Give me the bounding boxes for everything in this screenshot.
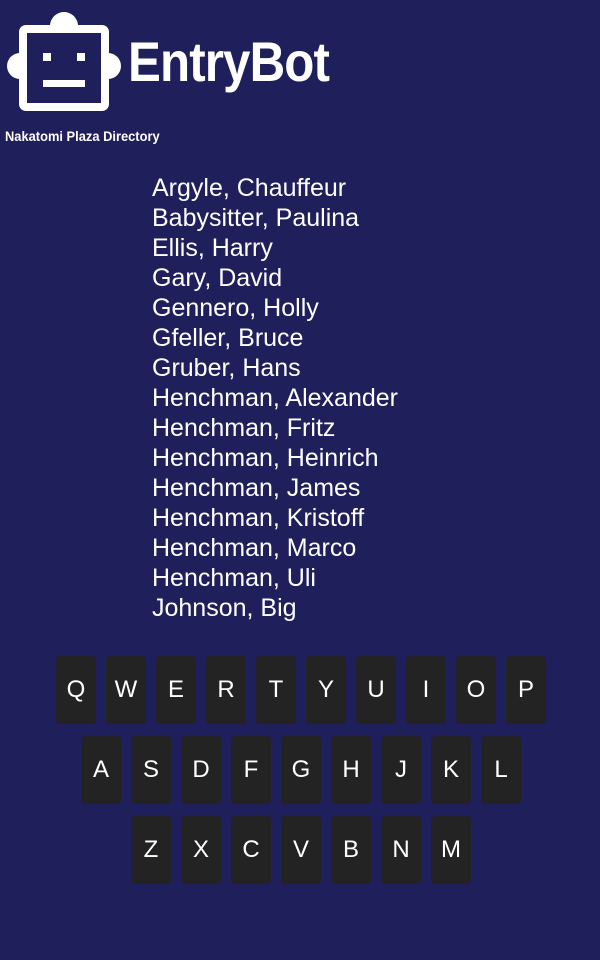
directory-entry[interactable]: Gary, David bbox=[152, 263, 572, 293]
key-i[interactable]: I bbox=[406, 656, 446, 724]
directory-entry[interactable]: Henchman, James bbox=[152, 473, 572, 503]
key-t[interactable]: T bbox=[256, 656, 296, 724]
key-p[interactable]: P bbox=[506, 656, 546, 724]
directory-entry[interactable]: Henchman, Kristoff bbox=[152, 503, 572, 533]
app-title: EntryBot bbox=[128, 30, 330, 93]
key-g[interactable]: G bbox=[281, 736, 321, 804]
directory-entry[interactable]: Henchman, Heinrich bbox=[152, 443, 572, 473]
directory-list: Argyle, Chauffeur Babysitter, Paulina Elli… bbox=[152, 173, 572, 623]
key-m[interactable]: M bbox=[431, 816, 471, 884]
key-j[interactable]: J bbox=[381, 736, 421, 804]
directory-entry[interactable]: Gennero, Holly bbox=[152, 293, 572, 323]
key-z[interactable]: Z bbox=[131, 816, 171, 884]
directory-entry[interactable]: Ellis, Harry bbox=[152, 233, 572, 263]
key-a[interactable]: A bbox=[81, 736, 121, 804]
directory-entry[interactable]: Gruber, Hans bbox=[152, 353, 572, 383]
directory-entry[interactable]: Gfeller, Bruce bbox=[152, 323, 572, 353]
key-e[interactable]: E bbox=[156, 656, 196, 724]
key-f[interactable]: F bbox=[231, 736, 271, 804]
directory-entry[interactable]: Henchman, Alexander bbox=[152, 383, 572, 413]
key-v[interactable]: V bbox=[281, 816, 321, 884]
directory-entry[interactable]: Henchman, Uli bbox=[152, 563, 572, 593]
key-k[interactable]: K bbox=[431, 736, 471, 804]
key-c[interactable]: C bbox=[231, 816, 271, 884]
key-w[interactable]: W bbox=[106, 656, 146, 724]
key-u[interactable]: U bbox=[356, 656, 396, 724]
key-x[interactable]: X bbox=[181, 816, 221, 884]
key-q[interactable]: Q bbox=[56, 656, 96, 724]
directory-subtitle: Nakatomi Plaza Directory bbox=[5, 128, 160, 144]
key-y[interactable]: Y bbox=[306, 656, 346, 724]
key-n[interactable]: N bbox=[381, 816, 421, 884]
key-o[interactable]: O bbox=[456, 656, 496, 724]
directory-entry[interactable]: Babysitter, Paulina bbox=[152, 203, 572, 233]
key-b[interactable]: B bbox=[331, 816, 371, 884]
directory-entry[interactable]: Henchman, Fritz bbox=[152, 413, 572, 443]
key-r[interactable]: R bbox=[206, 656, 246, 724]
key-h[interactable]: H bbox=[331, 736, 371, 804]
key-d[interactable]: D bbox=[181, 736, 221, 804]
key-s[interactable]: S bbox=[131, 736, 171, 804]
directory-entry[interactable]: Argyle, Chauffeur bbox=[152, 173, 572, 203]
directory-entry[interactable]: Henchman, Marco bbox=[152, 533, 572, 563]
robot-face-icon bbox=[7, 12, 121, 111]
key-l[interactable]: L bbox=[481, 736, 521, 804]
directory-entry[interactable]: Johnson, Big bbox=[152, 593, 572, 623]
app-header: EntryBot Nakatomi Plaza Directory bbox=[0, 0, 600, 150]
